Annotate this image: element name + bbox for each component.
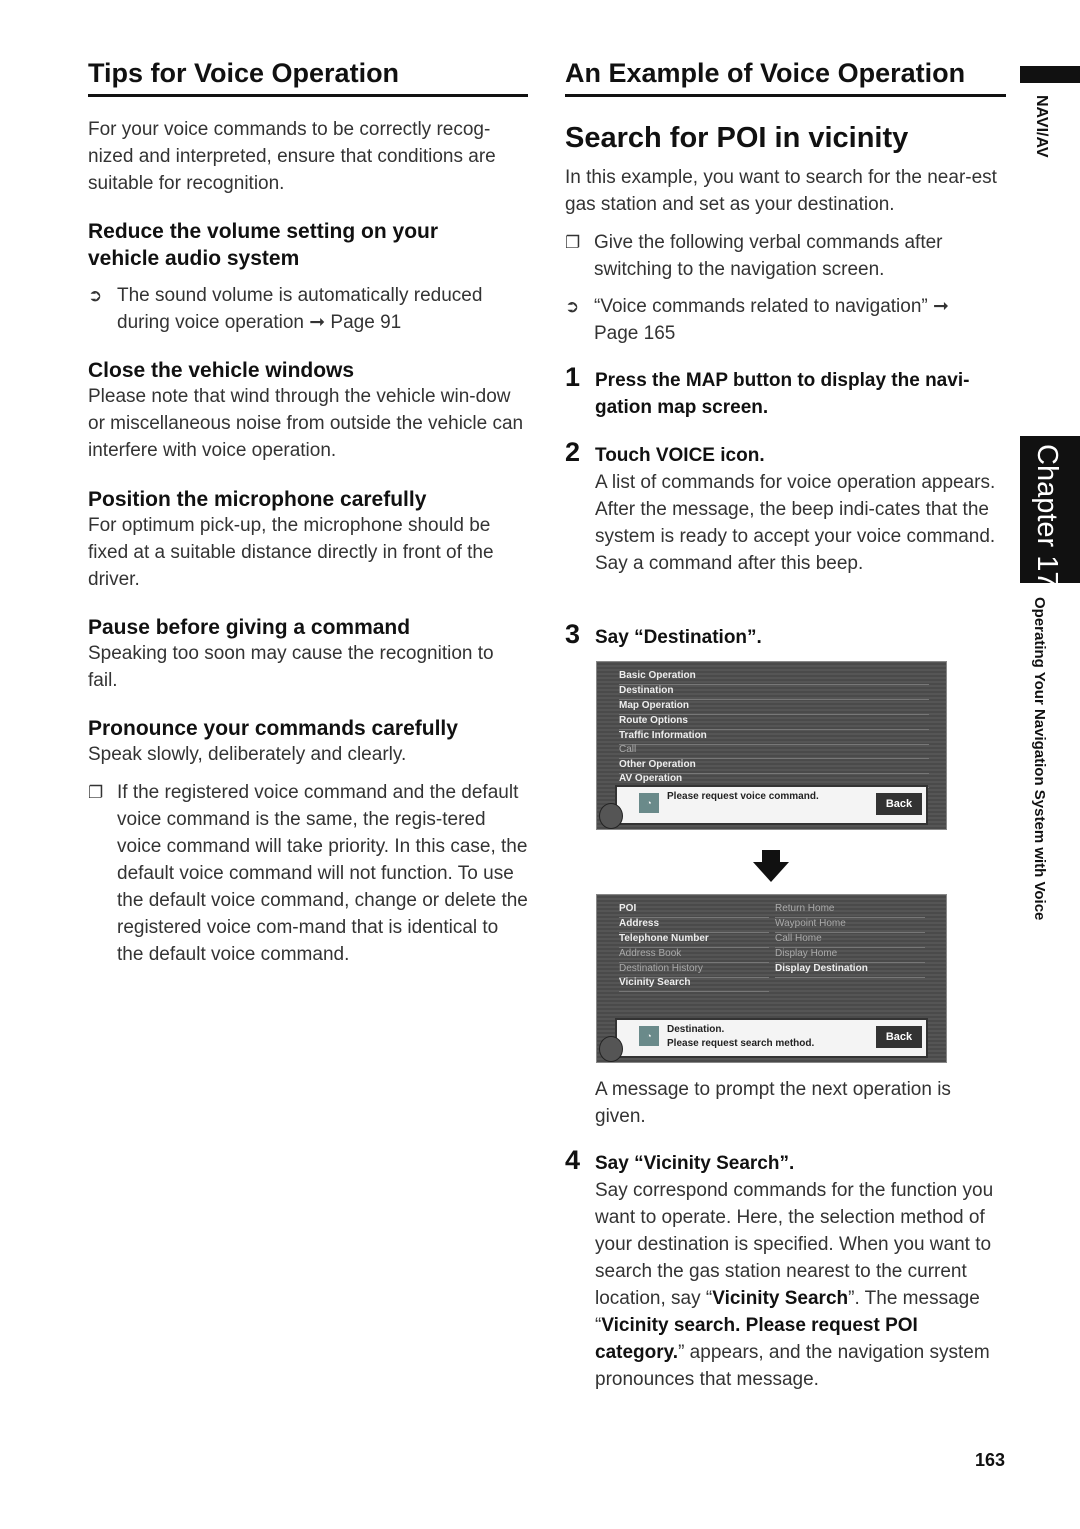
title-rule [88,94,528,97]
bullet-text: The sound volume is automatically reduce… [117,285,483,333]
voice-icon: ◔ [639,1026,659,1046]
section-heading: Pronounce your commands carefully [88,717,458,740]
step-text: Say correspond commands for the function… [595,1177,1005,1393]
back-button[interactable]: Back [876,793,922,815]
section-text: For optimum pick-up, the microphone shou… [88,515,494,590]
step-number: 1 [565,362,581,392]
menu-item[interactable]: Basic Operation [619,670,929,685]
step-title: Touch VOICE icon. [595,445,765,466]
page-number: 163 [975,1450,1006,1470]
reference-text: “Voice commands related to navigation” ➞… [594,296,949,344]
note-item: ❐ Give the following verbal commands aft… [565,229,1005,283]
checkbox-bullet-icon: ❐ [88,783,104,802]
menu-item: Call Home [775,933,925,948]
message-text: Please request voice command. [667,791,819,802]
step-3: 3 Say “Destination”. [565,619,1005,651]
message-bar: ◔ Please request voice command. Back [615,785,928,825]
message-line: Destination. [667,1024,725,1035]
step-2: 2 Touch VOICE icon. A list of commands f… [565,437,1005,577]
menu-item: Waypoint Home [775,918,925,933]
menu-item[interactable]: Address [619,918,769,933]
bold-text: Vicinity Search [712,1288,849,1309]
step-number: 2 [565,437,581,467]
menu-item[interactable]: Vicinity Search [619,977,769,992]
note-text: If the registered voice command and the … [117,782,528,965]
microphone-icon [599,803,623,829]
step-number: 4 [565,1145,581,1175]
menu-item: Display Home [775,948,925,963]
menu-item[interactable]: Map Operation [619,700,929,715]
back-button[interactable]: Back [876,1026,922,1048]
arrow-bullet-icon: ➲ [565,297,580,316]
step-4: 4 Say “Vicinity Search”. Say correspond … [565,1145,1005,1393]
note-text: Give the following verbal commands after… [594,232,943,280]
checkbox-bullet-icon: ❐ [565,233,581,252]
step-title: Press the MAP button to display the navi… [595,370,970,418]
section-heading: Pause before giving a command [88,616,411,639]
tips-title: Tips for Voice Operation [88,58,400,88]
reference-item: ➲ “Voice commands related to navigation”… [565,293,985,347]
bullet-item: ➲ The sound volume is automatically redu… [88,282,528,336]
example-title: An Example of Voice Operation [565,58,966,88]
step-1: 1 Press the MAP button to display the na… [565,362,1005,421]
section-heading: Close the vehicle windows [88,359,355,382]
message-bar: ◔ Destination. Please request search met… [615,1018,928,1058]
step-title: Say “Vicinity Search”. [595,1153,795,1174]
arrow-bullet-icon: ➲ [88,286,103,305]
down-arrow-icon [753,862,789,882]
menu-item[interactable]: Destination [619,685,929,700]
chapter-title: Operating Your Navigation System with Vo… [1031,597,1048,921]
section-label: NAVI/AV [1033,95,1050,158]
section-heading: Reduce the volume setting on your vehicl… [88,220,439,270]
menu-item[interactable]: Display Destination [775,963,925,978]
menu-item[interactable]: Route Options [619,715,929,730]
menu-item[interactable]: POI [619,903,769,918]
menu-item[interactable]: Telephone Number [619,933,769,948]
step-number: 3 [565,619,581,649]
menu-item[interactable]: Traffic Information [619,730,929,745]
tips-intro: For your voice commands to be correctly … [88,119,496,194]
note-item: ❐ If the registered voice command and th… [88,779,528,968]
title-rule [565,94,1006,97]
chapter-label: Chapter 17 [1031,444,1063,588]
section-text: Please note that wind through the vehicl… [88,386,524,461]
section-text: Speak slowly, deliberately and clearly. [88,744,407,765]
section-tab [1020,66,1080,83]
manual-page: Tips for Voice Operation For your voice … [0,0,1080,1529]
example-intro: In this example, you want to search for … [565,167,997,215]
section-text: Speaking too soon may cause the recognit… [88,643,494,691]
menu-item: Return Home [775,903,925,918]
down-arrow-stem [762,850,780,863]
menu-item: Destination History [619,963,769,978]
example-subtitle: Search for POI in vicinity [565,122,909,154]
step-title: Say “Destination”. [595,627,762,648]
menu-item: Call [619,744,929,759]
destination-screen: POI Address Telephone Number Address Boo… [596,894,947,1063]
voice-command-screen: Basic Operation Destination Map Operatio… [596,661,947,830]
voice-icon: ◔ [639,793,659,813]
menu-item: Address Book [619,948,769,963]
menu-item[interactable]: Other Operation [619,759,929,774]
message-line: Please request search method. [667,1038,815,1049]
message-text: Destination. Please request search metho… [667,1023,814,1051]
step-text: A list of commands for voice operation a… [595,472,996,574]
microphone-icon [599,1036,623,1062]
section-heading: Position the microphone carefully [88,488,427,511]
screen-caption: A message to prompt the next operation i… [595,1079,951,1127]
